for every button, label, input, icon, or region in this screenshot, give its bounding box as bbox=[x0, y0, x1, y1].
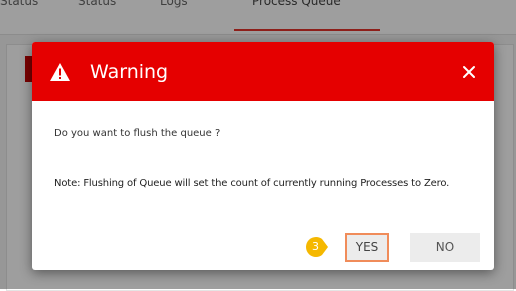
dialog-message: Do you want to flush the queue ? bbox=[54, 128, 221, 139]
dialog-title: Warning bbox=[90, 61, 169, 83]
warning-dialog: Warning Do you want to flush the queue ?… bbox=[32, 42, 494, 270]
warning-triangle-icon bbox=[50, 63, 70, 81]
dialog-header: Warning bbox=[32, 42, 494, 101]
dialog-note: Note: Flushing of Queue will set the cou… bbox=[54, 178, 450, 189]
no-button[interactable]: NO bbox=[410, 233, 480, 262]
close-icon[interactable] bbox=[458, 61, 480, 83]
step-badge-number: 3 bbox=[312, 240, 319, 253]
yes-button[interactable]: YES bbox=[345, 233, 389, 262]
